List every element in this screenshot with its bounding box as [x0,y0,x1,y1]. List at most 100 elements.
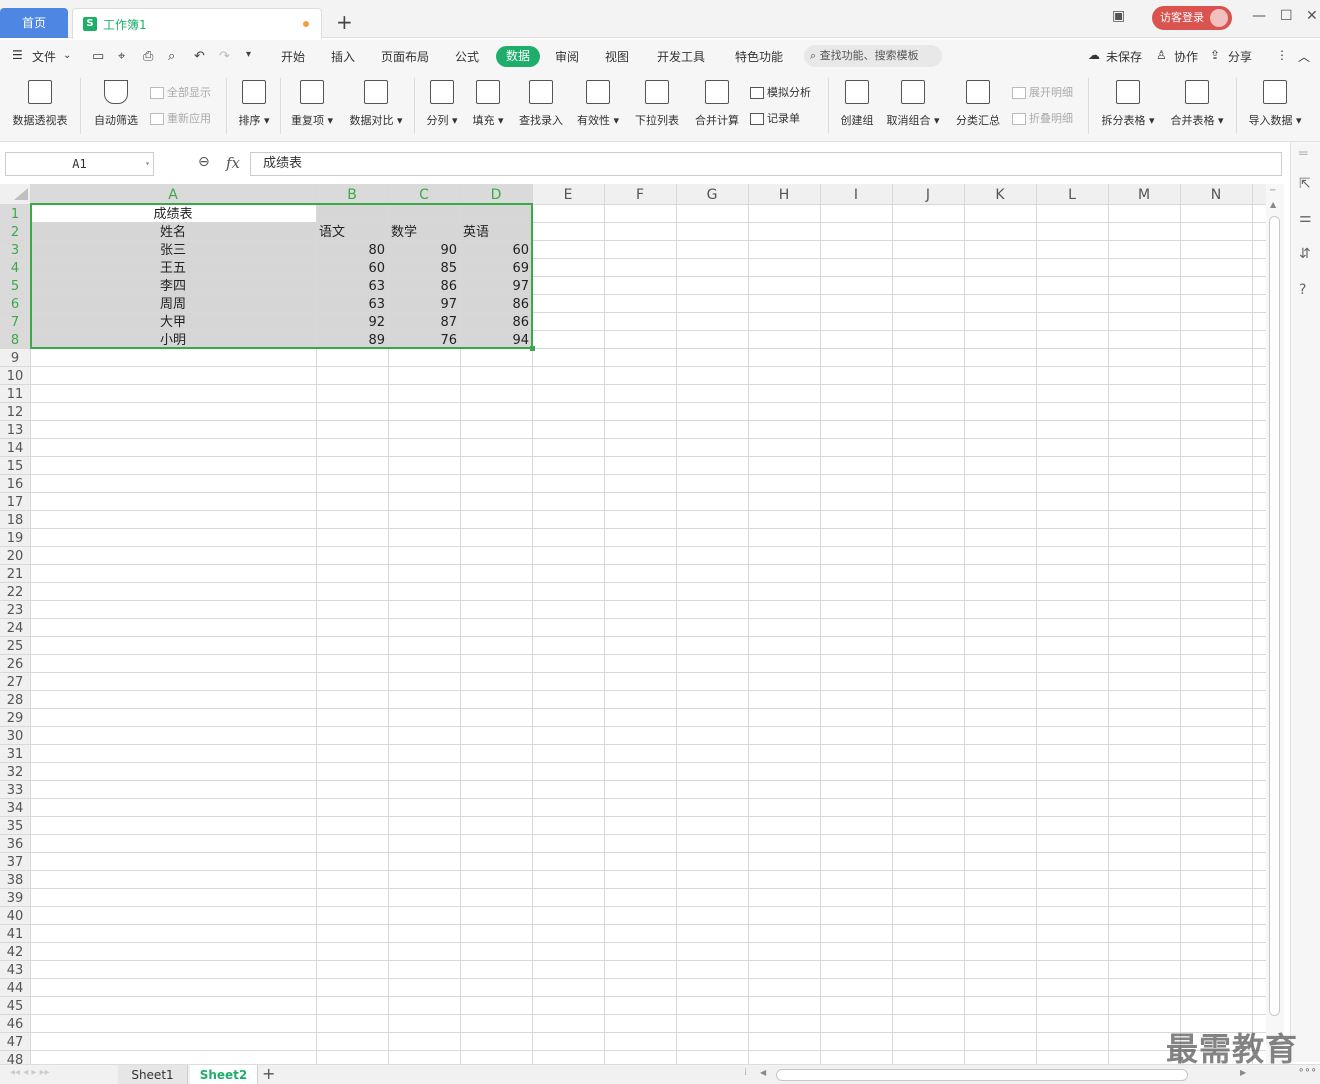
ungroup-button[interactable]: 取消组合 ▾ [884,80,942,128]
row-header-38[interactable]: 38 [7,873,24,888]
new-tab-button[interactable]: + [336,10,353,34]
close-icon[interactable]: ✕ [1306,8,1318,24]
print-preview-icon[interactable]: ⌕ [168,49,175,64]
row-header-12[interactable]: 12 [7,405,24,420]
table-cell[interactable]: 小明 [160,333,186,348]
scroll-up-icon[interactable]: ▲ [1270,200,1276,209]
undo-icon[interactable]: ↶ [194,49,205,64]
layout-icon[interactable]: ▣ [1112,8,1125,24]
table-cell[interactable]: 86 [512,315,529,330]
function-icon[interactable]: fx [226,154,240,172]
reapply-button[interactable]: 重新应用 [150,110,211,126]
row-header-36[interactable]: 36 [7,837,24,852]
row-header-20[interactable]: 20 [7,549,24,564]
print-icon[interactable]: ⎙ [143,49,153,64]
more-icon[interactable]: ⋮ [1276,48,1288,62]
sheet-tab-sheet1[interactable]: Sheet1 [118,1065,188,1084]
vertical-scrollbar[interactable]: ─ ▲ [1266,184,1284,1064]
row-header-5[interactable]: 5 [11,279,19,294]
settings-sliders-icon[interactable]: ⚌ [1299,210,1312,226]
row-header-44[interactable]: 44 [7,981,24,996]
table-cell[interactable]: 89 [368,333,385,348]
transfer-icon[interactable]: ⇵ [1299,246,1311,262]
row-header-48[interactable]: 48 [7,1053,24,1064]
table-cell[interactable]: 85 [440,261,457,276]
row-header-35[interactable]: 35 [7,819,24,834]
row-header-40[interactable]: 40 [7,909,24,924]
table-cell[interactable]: 李四 [160,279,186,294]
column-header-G[interactable]: G [707,187,718,203]
column-header-E[interactable]: E [564,187,573,203]
scroll-left-icon[interactable]: ◀ [760,1068,766,1077]
sheet-tab-sheet2[interactable]: Sheet2 [190,1065,258,1084]
table-cell[interactable]: 周周 [160,297,186,312]
tab-data[interactable]: 数据 [496,46,540,67]
column-header-N[interactable]: N [1211,187,1221,203]
cell-header[interactable]: 数学 [391,224,417,240]
pivot-table-button[interactable]: 数据透视表 [8,80,72,128]
row-header-29[interactable]: 29 [7,711,24,726]
column-header-A[interactable]: A [168,187,178,203]
subtotal-button[interactable]: 分类汇总 [952,80,1004,128]
add-sheet-icon[interactable]: + [262,1064,275,1083]
vertical-scroll-thumb[interactable] [1269,216,1280,1016]
expand-detail-button[interactable]: 展开明细 [1012,84,1073,100]
row-header-3[interactable]: 3 [11,243,19,258]
column-header-I[interactable]: I [854,187,858,203]
grid-canvas[interactable]: A B C D E F G H I J K L M N12345678910111213141516171… [0,184,1266,1064]
name-box[interactable]: A1 ▾ [5,152,154,176]
fill-handle[interactable] [530,346,535,351]
column-header-K[interactable]: K [995,187,1005,203]
record-form-button[interactable]: 记录单 [750,110,800,126]
save-icon[interactable]: ▭ [92,49,104,64]
column-header-H[interactable]: H [779,187,790,203]
tab-developer[interactable]: 开发工具 [657,48,705,65]
row-header-16[interactable]: 16 [7,477,24,492]
chevron-down-icon[interactable]: ▾ [145,153,150,175]
lookup-entry-button[interactable]: 查找录入 [514,80,568,128]
row-header-15[interactable]: 15 [7,459,24,474]
format-painter-icon[interactable]: ⌖ [118,49,125,64]
column-header-C[interactable]: C [419,187,429,203]
row-header-32[interactable]: 32 [7,765,24,780]
row-header-11[interactable]: 11 [7,387,24,402]
column-header-F[interactable]: F [636,187,644,203]
collaborate-button[interactable]: 协作 [1174,48,1198,65]
zoom-icon[interactable]: ⊖ [198,154,210,170]
table-cell[interactable]: 94 [512,333,529,348]
show-all-button[interactable]: 全部显示 [150,84,211,100]
split-column-button[interactable]: 分列 ▾ [424,80,460,128]
duplicates-button[interactable]: 重复项 ▾ [288,80,336,128]
row-header-1[interactable]: 1 [11,207,19,222]
row-header-42[interactable]: 42 [7,945,24,960]
unsaved-status[interactable]: 未保存 [1106,48,1142,65]
cell-header[interactable]: 英语 [463,225,489,240]
row-header-4[interactable]: 4 [11,261,19,276]
maximize-icon[interactable]: ☐ [1280,8,1293,24]
table-cell[interactable]: 97 [512,279,529,294]
split-handle-icon[interactable]: ⁞ [744,1067,747,1078]
row-header-26[interactable]: 26 [7,657,24,672]
table-cell[interactable]: 69 [512,261,529,276]
table-cell[interactable]: 大甲 [160,315,186,330]
spreadsheet-grid[interactable]: A B C D E F G H I J K L M N 1 2 3 4 5 6 7 8 9 10 11 12 13 14 15 16 17 1… [0,184,1266,1064]
tab-view[interactable]: 视图 [605,48,629,65]
table-cell[interactable]: 90 [440,243,457,258]
hamburger-icon[interactable]: ☰ [12,48,23,62]
sort-button[interactable]: 排序 ▾ [234,80,274,128]
sidebar-handle-icon[interactable]: ═ [1299,146,1307,162]
redo-icon[interactable]: ↷ [219,49,230,64]
row-header-34[interactable]: 34 [7,801,24,816]
row-header-9[interactable]: 9 [11,351,19,366]
create-group-button[interactable]: 创建组 [836,80,878,128]
column-header-M[interactable]: M [1138,187,1150,203]
table-cell[interactable]: 63 [368,297,385,312]
sheet-nav-icons[interactable]: ◂◂ ◂ ▸ ▸▸ [10,1067,50,1078]
whatif-button[interactable]: 模拟分析 [750,84,811,100]
row-header-8[interactable]: 8 [11,333,19,348]
row-header-23[interactable]: 23 [7,603,24,618]
file-menu[interactable]: 文件 [32,48,56,65]
merge-table-button[interactable]: 合并表格 ▾ [1166,80,1228,128]
table-cell[interactable]: 张三 [160,243,186,258]
cell-title[interactable]: 成绩表 [153,207,192,222]
